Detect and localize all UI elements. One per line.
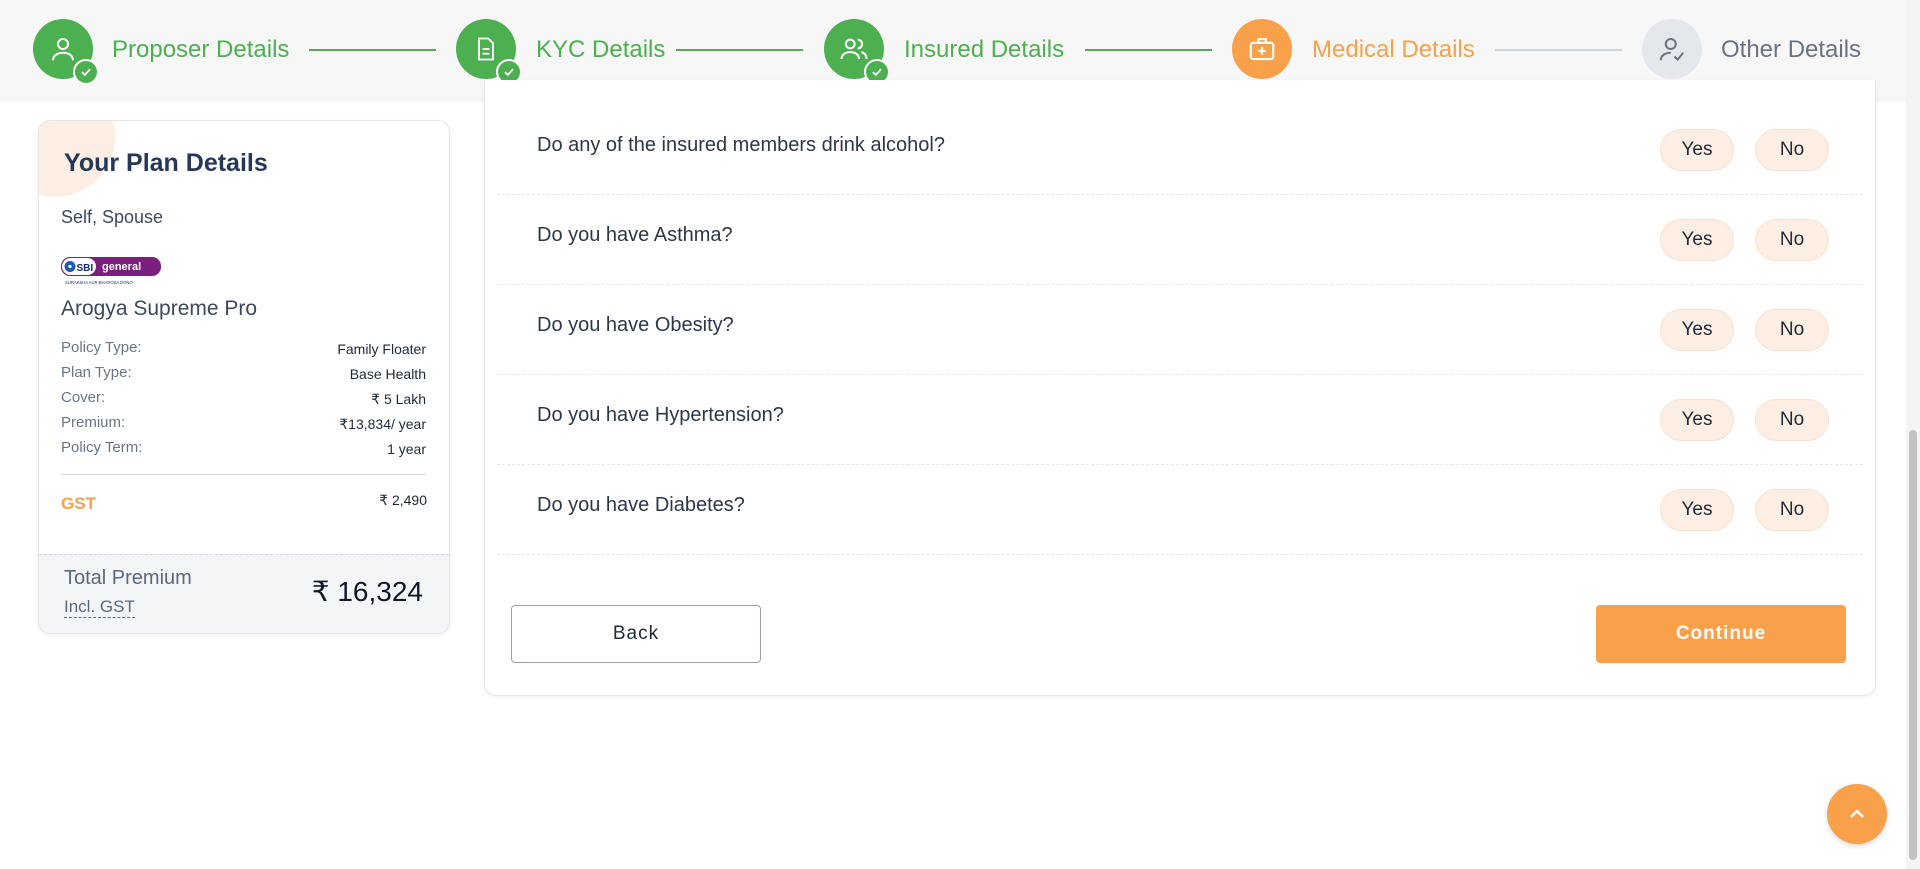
yes-button[interactable]: Yes	[1660, 489, 1734, 531]
scroll-to-top-button[interactable]	[1827, 784, 1887, 844]
question-row-asthma: Do you have Asthma? Yes No	[497, 194, 1863, 285]
yes-button[interactable]: Yes	[1660, 399, 1734, 441]
sbi-general-logo: SBI general SURAKSHA AUR BHAROSA DONO	[61, 257, 161, 285]
detail-key: Plan Type:	[61, 364, 132, 381]
detail-value: ₹13,834/ year	[339, 416, 426, 432]
question-row-alcohol: Do any of the insured members drink alco…	[497, 104, 1863, 195]
step-medical-icon[interactable]	[1232, 19, 1292, 79]
detail-row-premium: Premium: ₹13,834/ year	[61, 414, 426, 436]
question-text: Do you have Asthma?	[537, 224, 733, 246]
scrollbar-thumb[interactable]	[1909, 430, 1917, 860]
question-text: Do you have Hypertension?	[537, 404, 784, 426]
detail-row-policy-term: Policy Term: 1 year	[61, 439, 426, 461]
medical-questions-panel: Do any of the insured members drink alco…	[484, 80, 1876, 696]
logo-tagline: SURAKSHA AUR BHAROSA DONO	[65, 280, 133, 285]
gst-label: GST	[61, 494, 96, 513]
step-other-icon[interactable]	[1642, 19, 1702, 79]
plan-card-title: Your Plan Details	[64, 149, 268, 177]
question-row-diabetes: Do you have Diabetes? Yes No	[497, 464, 1863, 555]
chevron-up-icon	[1850, 809, 1864, 818]
plan-details-card: Your Plan Details Self, Spouse SBI gener…	[38, 120, 450, 634]
yes-button[interactable]: Yes	[1660, 309, 1734, 351]
detail-row-cover: Cover: ₹ 5 Lakh	[61, 389, 426, 411]
detail-key: Premium:	[61, 414, 126, 431]
back-button[interactable]: Back	[511, 605, 761, 663]
detail-value: 1 year	[387, 441, 426, 457]
continue-button[interactable]: Continue	[1596, 605, 1846, 663]
user-icon	[52, 38, 74, 61]
gst-value: ₹ 2,490	[379, 492, 427, 508]
medical-kit-icon	[1249, 37, 1275, 61]
logo-text: general	[102, 261, 141, 273]
yes-button[interactable]: Yes	[1660, 219, 1734, 261]
no-button[interactable]: No	[1755, 219, 1829, 261]
total-premium-box: Total Premium Incl. GST ₹ 16,324	[39, 554, 449, 633]
detail-row-policy-type: Policy Type: Family Floater	[61, 339, 426, 361]
incl-gst-tooltip[interactable]: Incl. GST	[64, 597, 135, 618]
step-insured-label[interactable]: Insured Details	[904, 36, 1064, 64]
yes-button[interactable]: Yes	[1660, 129, 1734, 171]
step-kyc-label[interactable]: KYC Details	[536, 36, 665, 64]
page-scrollbar[interactable]	[1906, 0, 1920, 869]
no-button[interactable]: No	[1755, 399, 1829, 441]
step-kyc-icon[interactable]	[456, 19, 522, 85]
question-row-obesity: Do you have Obesity? Yes No	[497, 284, 1863, 375]
detail-key: Policy Type:	[61, 339, 142, 356]
user-check-icon	[1659, 38, 1685, 62]
detail-key: Cover:	[61, 389, 106, 406]
check-icon	[73, 59, 99, 85]
plan-name: Arogya Supreme Pro	[61, 297, 258, 320]
question-row-hypertension: Do you have Hypertension? Yes No	[497, 374, 1863, 465]
detail-value: Base Health	[349, 366, 426, 382]
total-premium-amount: ₹ 16,324	[311, 576, 423, 607]
users-icon	[840, 38, 868, 60]
divider	[61, 474, 426, 475]
step-connector	[1085, 49, 1212, 51]
step-other-label[interactable]: Other Details	[1721, 36, 1861, 64]
step-connector	[1495, 49, 1622, 51]
no-button[interactable]: No	[1755, 309, 1829, 351]
logo-brand: SBI	[77, 263, 94, 274]
step-proposer-icon[interactable]	[33, 19, 99, 85]
no-button[interactable]: No	[1755, 129, 1829, 171]
question-text: Do you have Obesity?	[537, 314, 734, 336]
question-text: Do any of the insured members drink alco…	[537, 134, 945, 156]
detail-value: ₹ 5 Lakh	[371, 391, 426, 407]
step-proposer-label[interactable]: Proposer Details	[112, 36, 289, 64]
no-button[interactable]: No	[1755, 489, 1829, 531]
detail-value: Family Floater	[337, 341, 426, 357]
total-premium-label: Total Premium	[64, 567, 192, 589]
step-insured-icon[interactable]	[824, 19, 890, 85]
document-icon	[478, 37, 494, 61]
step-medical-label[interactable]: Medical Details	[1312, 36, 1475, 64]
detail-row-plan-type: Plan Type: Base Health	[61, 364, 426, 386]
step-connector	[676, 49, 803, 51]
insured-members: Self, Spouse	[61, 207, 164, 227]
step-connector	[309, 49, 436, 51]
question-text: Do you have Diabetes?	[537, 494, 745, 516]
detail-key: Policy Term:	[61, 439, 143, 456]
